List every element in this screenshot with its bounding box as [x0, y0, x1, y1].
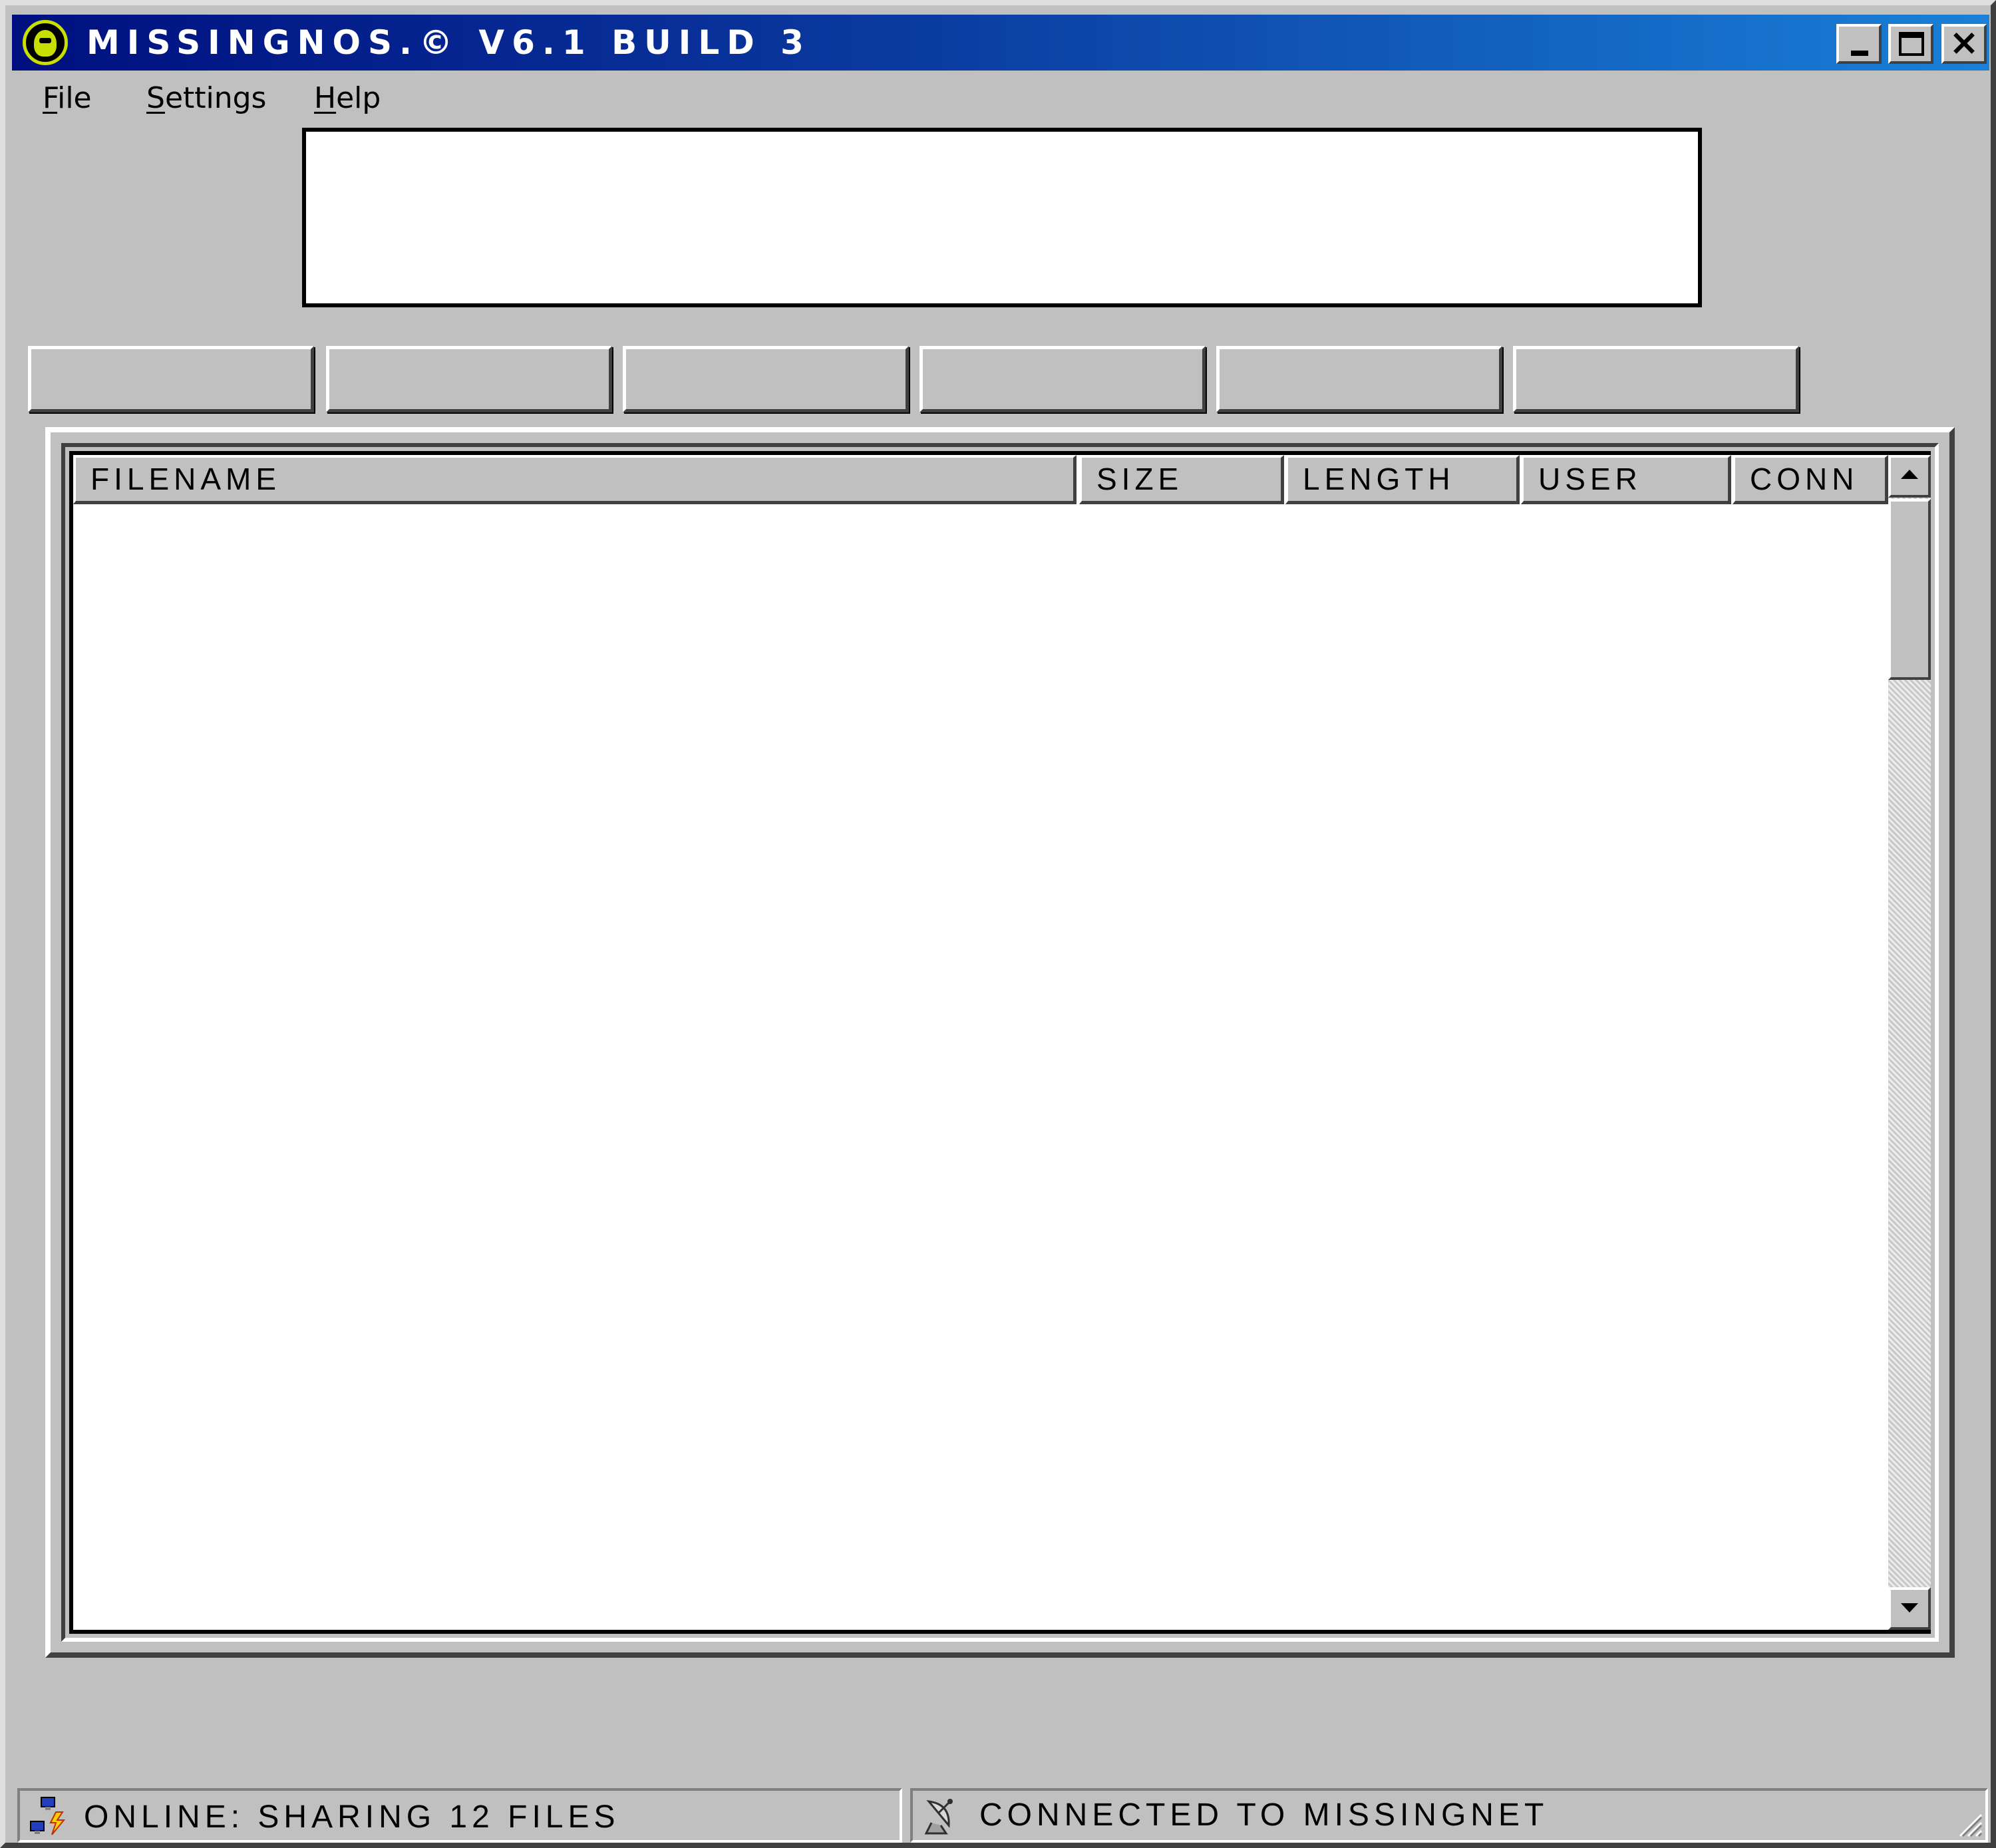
close-button[interactable]: ×: [1941, 24, 1987, 64]
status-pane-connection: CONNECTED TO MISSINGNET: [910, 1788, 1988, 1843]
resize-grip-icon[interactable]: [1956, 1811, 1983, 1837]
arrow-down-icon: [1901, 1603, 1918, 1613]
toolbar-button-4[interactable]: [919, 346, 1206, 412]
toolbar-button-5[interactable]: [1216, 346, 1502, 412]
toolbar-button-2[interactable]: [326, 346, 612, 412]
column-header-filename[interactable]: FILENAME: [73, 455, 1077, 504]
menu-file-accel: F: [43, 81, 58, 115]
app-window: MISSINGNOS.© V6.1 BUILD 3 × File Setting…: [0, 0, 1996, 1848]
menu-settings-label: ettings: [164, 81, 267, 115]
table-header: FILENAME SIZE LENGTH USER CONN: [73, 455, 1888, 504]
status-connection-text: CONNECTED TO MISSINGNET: [979, 1797, 1549, 1833]
menu-file-label: ile: [57, 81, 92, 115]
status-sharing-text: ONLINE: SHARING 12 FILES: [84, 1799, 620, 1835]
menu-settings[interactable]: Settings: [146, 77, 266, 120]
vertical-scrollbar[interactable]: [1888, 455, 1931, 1630]
toolbar-button-1[interactable]: [28, 346, 314, 412]
network-computers-icon: [30, 1797, 66, 1835]
satellite-dish-icon: [924, 1799, 953, 1835]
minimize-icon: [1851, 51, 1868, 56]
menu-settings-accel: S: [146, 81, 165, 115]
arrow-up-icon: [1901, 470, 1918, 479]
column-header-length[interactable]: LENGTH: [1285, 455, 1520, 504]
minimize-button[interactable]: [1836, 24, 1882, 64]
toolbar-button-3[interactable]: [623, 346, 909, 412]
scroll-down-button[interactable]: [1888, 1587, 1931, 1630]
title-bar[interactable]: MISSINGNOS.© V6.1 BUILD 3 ×: [12, 15, 1989, 71]
status-pane-sharing: ONLINE: SHARING 12 FILES: [17, 1788, 902, 1843]
menu-help[interactable]: Help: [314, 77, 381, 120]
column-header-user[interactable]: USER: [1521, 455, 1731, 504]
maximize-icon: [1899, 32, 1924, 56]
close-icon: ×: [1949, 21, 1979, 63]
column-header-conn[interactable]: CONN: [1733, 455, 1888, 504]
info-display-box: [302, 128, 1702, 307]
window-title: MISSINGNOS.© V6.1 BUILD 3: [86, 23, 811, 62]
file-list-frame: FILENAME SIZE LENGTH USER CONN: [61, 443, 1939, 1642]
file-list[interactable]: FILENAME SIZE LENGTH USER CONN: [69, 451, 1931, 1634]
menu-file[interactable]: File: [43, 77, 92, 120]
scroll-up-button[interactable]: [1888, 455, 1931, 498]
maximize-button[interactable]: [1888, 24, 1933, 64]
file-list-panel: FILENAME SIZE LENGTH USER CONN: [45, 427, 1955, 1658]
menu-help-accel: H: [314, 81, 337, 115]
column-header-size[interactable]: SIZE: [1079, 455, 1284, 504]
menu-help-label: elp: [336, 81, 381, 115]
scroll-thumb[interactable]: [1888, 499, 1931, 680]
toolbar-button-6[interactable]: [1513, 346, 1799, 412]
app-logo-icon[interactable]: [23, 20, 68, 65]
